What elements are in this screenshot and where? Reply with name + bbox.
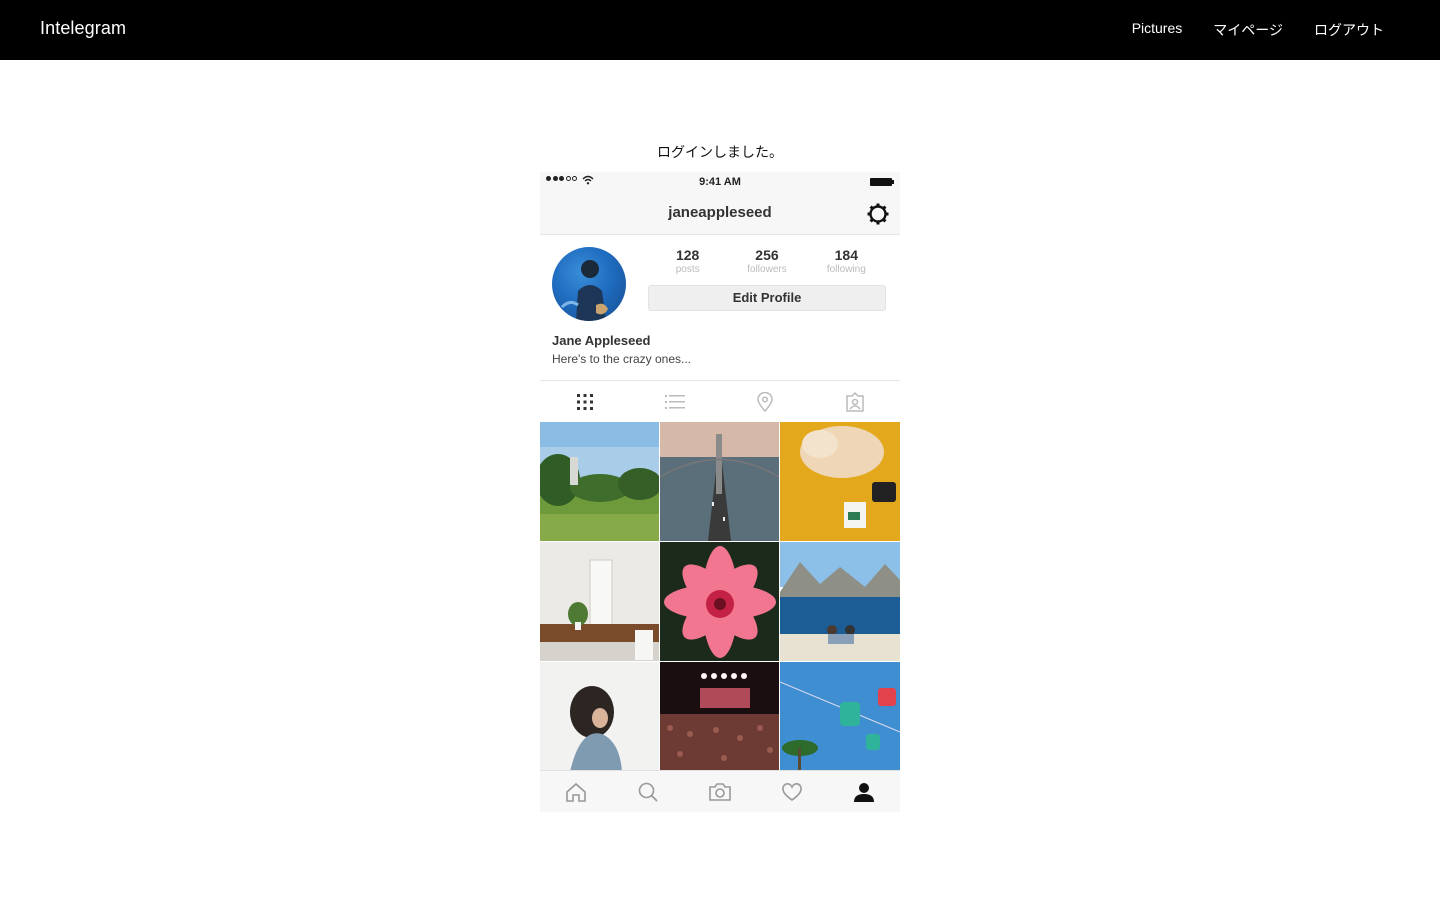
flash-message: ログインしました。 [657, 144, 783, 160]
tagged-photos-icon [846, 391, 864, 412]
stat-posts-label: posts [675, 264, 700, 275]
profile-icon [854, 782, 874, 802]
stat-posts-value: 128 [675, 247, 700, 263]
stat-following: 184 following [811, 247, 881, 275]
nav-links: Pictures マイページ ログアウト [1132, 20, 1384, 40]
stat-followers: 256 followers [732, 247, 802, 275]
profile-mockup-image: 9:41 AM janeappleseed 128 posts 256 foll… [540, 172, 900, 812]
photo-park [540, 422, 659, 541]
status-bar: 9:41 AM [540, 172, 900, 192]
search-icon [638, 782, 658, 802]
tab-tagged [810, 381, 900, 422]
nav-link-mypage[interactable]: マイページ [1213, 20, 1283, 40]
tab-grid [540, 381, 630, 422]
brand-link[interactable]: Intelegram [40, 18, 126, 39]
stat-followers-value: 256 [755, 247, 779, 263]
grid-icon [577, 393, 593, 410]
tabbar-activity [756, 771, 828, 812]
profile-full-name: Jane Appleseed [552, 333, 651, 348]
navbar: Intelegram Pictures マイページ ログアウト [0, 0, 1440, 60]
profile-username: janeappleseed [668, 204, 772, 221]
stat-followers-label: followers [747, 264, 787, 275]
camera-icon [709, 782, 731, 801]
photo-gondola [780, 662, 900, 772]
stat-following-value: 184 [834, 247, 858, 263]
gear-icon [867, 203, 889, 225]
tabbar-profile [828, 771, 900, 812]
photo-grid [540, 422, 900, 772]
photo-cat [780, 422, 900, 541]
bottom-tab-bar [540, 770, 900, 812]
profile-tabs [540, 380, 900, 422]
nav-link-pictures[interactable]: Pictures [1132, 20, 1183, 40]
profile-header: janeappleseed [540, 192, 900, 234]
home-icon [566, 782, 586, 802]
tab-location [720, 381, 810, 422]
photo-bridge [660, 422, 779, 541]
photo-flower [660, 542, 779, 661]
avatar [552, 247, 626, 321]
edit-profile-button: Edit Profile [648, 285, 886, 311]
photo-dining-room [540, 542, 659, 661]
battery-icon [870, 178, 894, 186]
stat-following-label: following [826, 264, 866, 275]
photo-lake [780, 542, 900, 661]
status-time: 9:41 AM [699, 176, 741, 188]
list-icon [665, 394, 685, 409]
tabbar-home [540, 771, 612, 812]
photo-concert [660, 662, 779, 772]
profile-bio: Here's to the crazy ones... [552, 352, 692, 366]
tabbar-search [612, 771, 684, 812]
photo-portrait [540, 662, 659, 772]
profile-stats: 128 posts 256 followers 184 following [648, 247, 886, 275]
nav-link-logout[interactable]: ログアウト [1314, 20, 1384, 40]
location-pin-icon [757, 391, 773, 412]
stat-posts: 128 posts [653, 247, 723, 275]
tab-list [630, 381, 720, 422]
tabbar-camera [684, 771, 756, 812]
heart-icon [782, 782, 802, 801]
profile-section: 128 posts 256 followers 184 following Ed… [540, 234, 900, 380]
